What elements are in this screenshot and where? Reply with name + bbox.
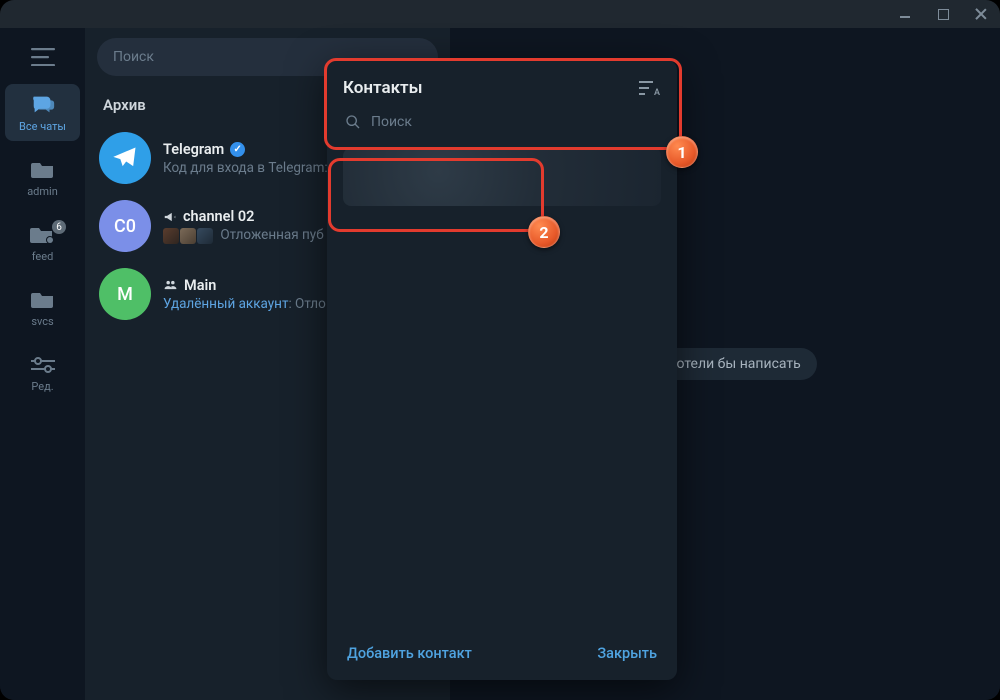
rail-item-all-chats[interactable]: Все чаты xyxy=(5,84,80,141)
add-contact-button[interactable]: Добавить контакт xyxy=(347,645,472,662)
modal-search[interactable]: Поиск xyxy=(327,106,677,142)
modal-footer: Добавить контакт Закрыть xyxy=(327,631,677,680)
maximize-button[interactable] xyxy=(936,7,950,21)
rail-label: admin xyxy=(27,185,58,198)
contacts-modal: Контакты A Поиск Добавить контакт Закрыт… xyxy=(327,60,677,680)
chat-name-text: Telegram xyxy=(163,141,224,158)
modal-title: Контакты xyxy=(343,78,423,98)
rail-item-admin[interactable]: admin xyxy=(5,149,80,206)
chat-name-text: channel 02 xyxy=(183,208,254,225)
rail-item-feed[interactable]: 6 feed xyxy=(5,214,80,271)
rail-badge: 6 xyxy=(52,220,66,234)
chats-icon xyxy=(30,94,56,116)
close-modal-button[interactable]: Закрыть xyxy=(597,645,657,662)
group-icon xyxy=(163,278,178,292)
rail-item-edit[interactable]: Ред. xyxy=(5,344,80,401)
search-placeholder: Поиск xyxy=(113,49,154,65)
sort-az-icon: A xyxy=(639,80,661,96)
sort-button[interactable]: A xyxy=(639,80,661,96)
modal-header: Контакты A xyxy=(327,60,677,106)
menu-button[interactable] xyxy=(21,38,65,76)
rail-item-svcs[interactable]: svcs xyxy=(5,279,80,336)
close-window-button[interactable] xyxy=(974,7,988,21)
rail-label: Ред. xyxy=(31,380,53,393)
avatar xyxy=(99,132,151,184)
modal-body xyxy=(327,142,677,631)
chat-preview-text: : Отло xyxy=(288,296,325,312)
media-thumbs xyxy=(163,228,213,244)
chat-name-text: Main xyxy=(184,277,216,294)
sliders-icon xyxy=(30,354,56,376)
chat-preview-text: Отложенная пуб xyxy=(220,227,323,243)
avatar-initials: C0 xyxy=(114,216,136,237)
telegram-icon xyxy=(111,144,139,172)
avatar-initials: M xyxy=(117,284,133,305)
chat-preview-sender: Удалённый аккаунт xyxy=(163,296,288,312)
avatar: M xyxy=(99,268,151,320)
folder-icon xyxy=(30,289,56,311)
verified-icon xyxy=(230,142,245,157)
minimize-button[interactable] xyxy=(898,7,912,21)
megaphone-icon xyxy=(163,210,177,224)
titlebar xyxy=(0,0,1000,28)
modal-search-placeholder: Поиск xyxy=(371,114,412,130)
contact-row-blurred[interactable] xyxy=(343,148,661,206)
search-icon xyxy=(345,114,361,130)
rail-label: feed xyxy=(32,250,54,263)
menu-icon xyxy=(31,48,55,66)
avatar: C0 xyxy=(99,200,151,252)
rail-label: Все чаты xyxy=(19,120,66,133)
svg-text:A: A xyxy=(654,88,660,96)
window-frame: Все чаты admin 6 feed svcs xyxy=(0,0,1000,700)
rail-label: svcs xyxy=(31,315,53,328)
folder-icon xyxy=(30,159,56,181)
folder-rail: Все чаты admin 6 feed svcs xyxy=(0,28,85,700)
